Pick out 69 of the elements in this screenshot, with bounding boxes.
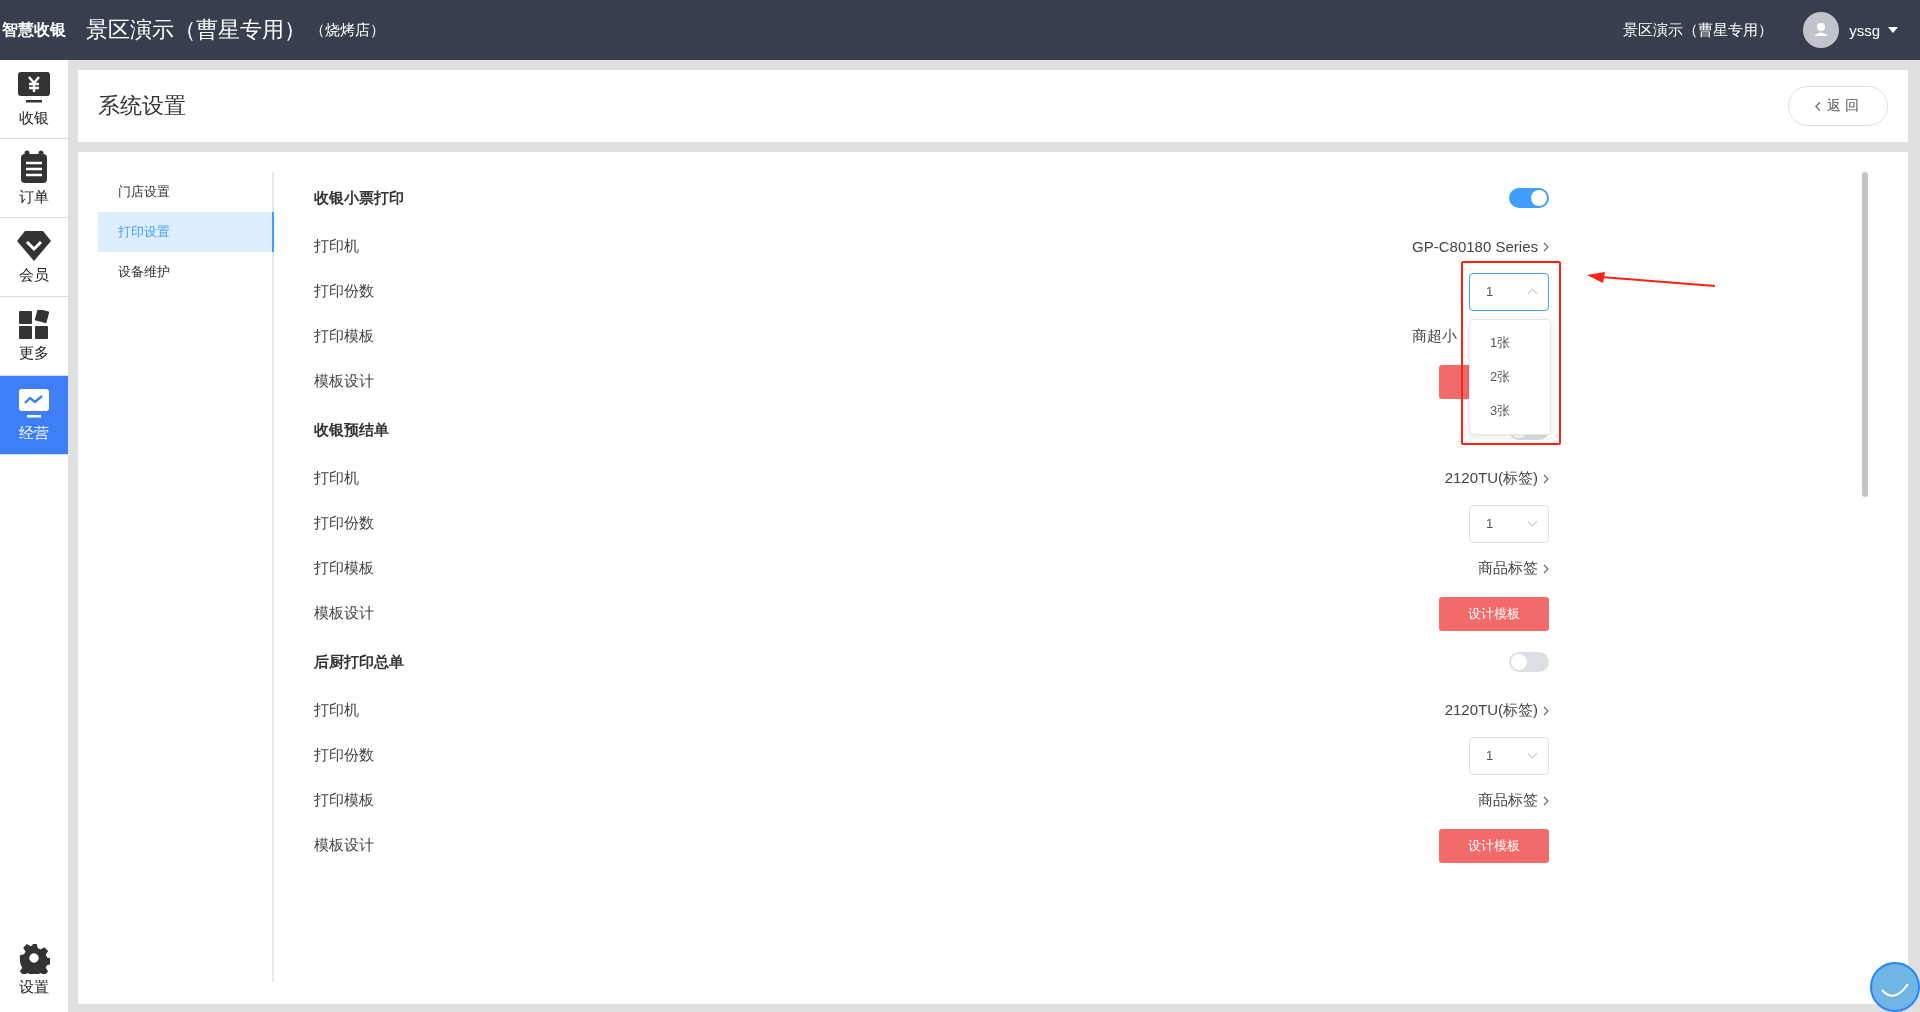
diamond-icon (16, 229, 52, 262)
chevron-icon (1527, 752, 1538, 759)
grid-icon (19, 309, 49, 340)
menu-item[interactable]: 门店设置 (98, 172, 272, 212)
setting-label: 打印模板 (314, 559, 374, 578)
caret-icon[interactable] (1888, 27, 1898, 33)
setting-label: 打印机 (314, 237, 359, 256)
settings-nav-item[interactable]: 设置 (0, 934, 68, 1004)
clipboard-icon (20, 149, 48, 184)
scrollbar-thumb[interactable] (1862, 172, 1868, 497)
cash-register-icon (17, 70, 51, 105)
section-title: 后厨打印总单 (314, 652, 404, 672)
chevron-right-icon (1543, 563, 1549, 574)
chevron-icon (1527, 288, 1538, 295)
chevron-right-icon (1543, 241, 1549, 252)
brand-name: 智慧收银 (2, 19, 66, 40)
dropdown-option[interactable]: 3张 (1470, 393, 1550, 428)
nav-item[interactable]: 会员 (0, 218, 68, 297)
dropdown-option[interactable]: 1张 (1470, 325, 1550, 360)
setting-value-link[interactable]: GP-C80180 Series (1412, 238, 1549, 255)
copies-select[interactable]: 1 (1469, 504, 1549, 543)
back-button[interactable]: 返回 (1788, 86, 1888, 126)
setting-label: 模板设计 (314, 836, 374, 855)
store-name: 景区演示（曹星专用） (1623, 20, 1774, 40)
page-title: 系统设置 (98, 92, 186, 120)
setting-label: 模板设计 (314, 372, 374, 391)
store-title: 景区演示（曹星专用） (86, 16, 306, 44)
toggle-switch[interactable] (1509, 652, 1549, 672)
toggle-switch[interactable] (1509, 188, 1549, 208)
nav-label: 订单 (19, 187, 49, 207)
setting-label: 打印机 (314, 469, 359, 488)
copies-select[interactable]: 1 (1469, 272, 1549, 311)
avatar-icon[interactable] (1803, 12, 1840, 48)
chevron-right-icon (1543, 795, 1549, 806)
setting-label: 打印模板 (314, 791, 374, 810)
setting-label: 打印机 (314, 701, 359, 720)
menu-item[interactable]: 设备维护 (98, 252, 272, 292)
setting-label: 打印模板 (314, 327, 374, 346)
section-title: 收银小票打印 (314, 188, 404, 208)
setting-label: 模板设计 (314, 604, 374, 623)
nav-label: 经营 (19, 423, 49, 443)
setting-label: 打印份数 (314, 746, 374, 765)
dropdown-option[interactable]: 2张 (1470, 359, 1550, 394)
nav-item[interactable]: 订单 (0, 139, 68, 218)
chevron-right-icon (1543, 705, 1549, 716)
nav-item[interactable]: 经营 (0, 376, 68, 455)
chevron-icon (1527, 520, 1538, 527)
nav-label: 会员 (19, 265, 49, 285)
setting-label: 打印份数 (314, 282, 374, 301)
settings-icon (18, 941, 50, 974)
nav-label: 收银 (19, 108, 49, 128)
copies-select[interactable]: 1 (1469, 736, 1549, 775)
setting-value-link[interactable]: 2120TU(标签) (1444, 469, 1549, 488)
floating-assistant-icon[interactable] (1870, 962, 1920, 1012)
chevron-left-icon (1813, 100, 1821, 112)
user-name[interactable]: yssg (1849, 21, 1880, 39)
setting-value-link[interactable]: 商品标签 (1478, 559, 1549, 578)
setting-value[interactable]: 商超小 (1412, 327, 1457, 346)
setting-label: 打印份数 (314, 514, 374, 533)
chevron-right-icon (1543, 473, 1549, 484)
nav-label: 设置 (19, 977, 49, 997)
section-title: 收银预结单 (314, 420, 389, 440)
nav-item[interactable]: 收银 (0, 60, 68, 139)
chart-monitor-icon (18, 387, 50, 420)
setting-value-link[interactable]: 商品标签 (1478, 791, 1549, 810)
nav-item[interactable]: 更多 (0, 297, 68, 376)
setting-value-link[interactable]: 2120TU(标签) (1444, 701, 1549, 720)
nav-label: 更多 (19, 343, 49, 363)
store-subtitle: （烧烤店） (310, 20, 385, 40)
